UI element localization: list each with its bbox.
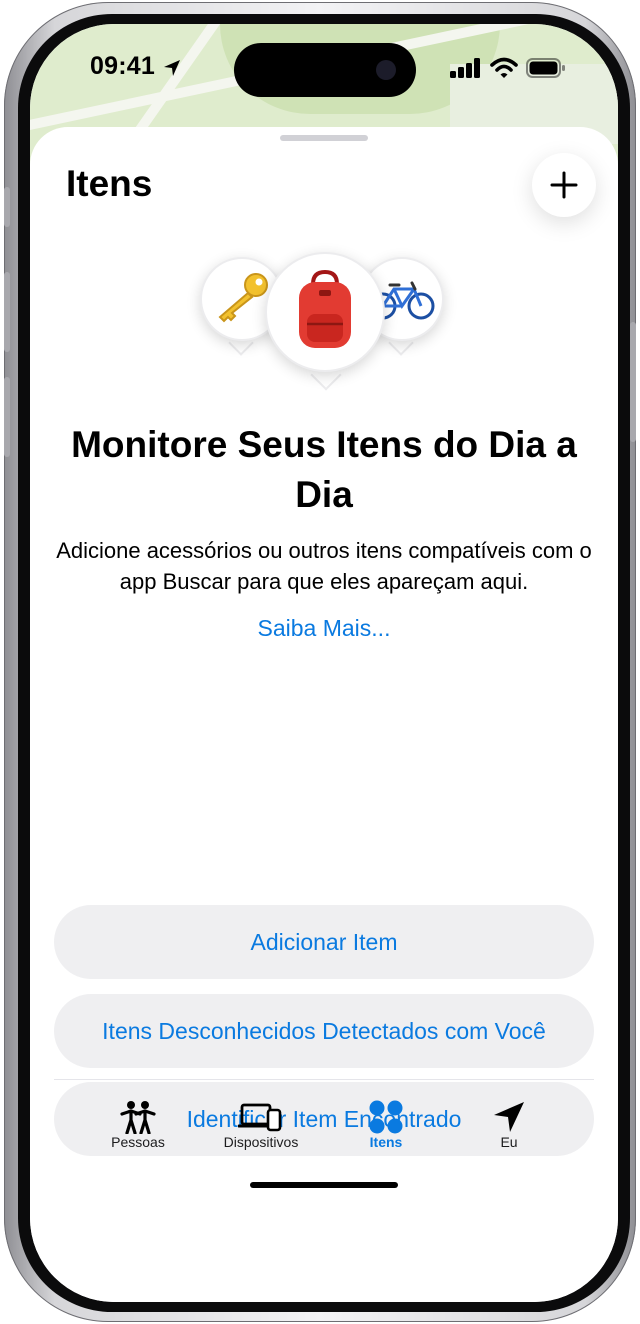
location-arrow-icon xyxy=(494,1102,524,1132)
tab-label-devices: Dispositivos xyxy=(223,1134,299,1150)
devices-icon xyxy=(238,1103,282,1132)
tab-label-people: Pessoas xyxy=(111,1134,165,1150)
plus-icon xyxy=(550,171,578,199)
tab-label-items: Itens xyxy=(369,1134,403,1150)
wifi-icon xyxy=(490,57,518,78)
camera-icon xyxy=(376,60,396,80)
empty-state-description: Adicione acessórios ou outros itens comp… xyxy=(56,538,592,594)
tab-devices[interactable]: Dispositivos xyxy=(196,1092,326,1162)
backpack-icon xyxy=(299,270,351,348)
add-item-button[interactable] xyxy=(532,153,596,217)
backpack-pin xyxy=(265,252,385,372)
unknown-items-button[interactable]: Itens Desconhecidos Detectados com Você xyxy=(54,994,594,1068)
key-icon xyxy=(218,273,268,323)
home-indicator[interactable] xyxy=(250,1182,398,1188)
tab-label-me: Eu xyxy=(500,1134,518,1150)
sheet-grabber[interactable] xyxy=(280,135,368,141)
tab-items[interactable]: Itens xyxy=(321,1092,451,1162)
tab-me[interactable]: Eu xyxy=(444,1092,574,1162)
status-time: 09:41 xyxy=(90,52,155,80)
tabbar-divider xyxy=(54,1079,594,1080)
tab-bar: Pessoas Dispositivos Itens Eu xyxy=(30,1092,618,1172)
battery-icon xyxy=(526,58,565,78)
items-icon xyxy=(369,1100,403,1134)
add-item-pill-button[interactable]: Adicionar Item xyxy=(54,905,594,979)
screen: 09:41 Itens Monitore Seus Itens do Dia a… xyxy=(30,24,618,1302)
items-illustration xyxy=(190,252,460,402)
status-icons xyxy=(450,56,570,80)
cellular-signal-icon xyxy=(450,58,480,78)
empty-state-headline: Monitore Seus Itens do Dia a Dia xyxy=(71,424,577,515)
page-title: Itens xyxy=(66,163,153,204)
location-arrow-icon xyxy=(164,60,180,76)
tab-people[interactable]: Pessoas xyxy=(73,1092,203,1162)
people-icon xyxy=(120,1101,156,1134)
learn-more-link[interactable]: Saiba Mais... xyxy=(180,615,468,642)
dynamic-island xyxy=(234,43,416,97)
